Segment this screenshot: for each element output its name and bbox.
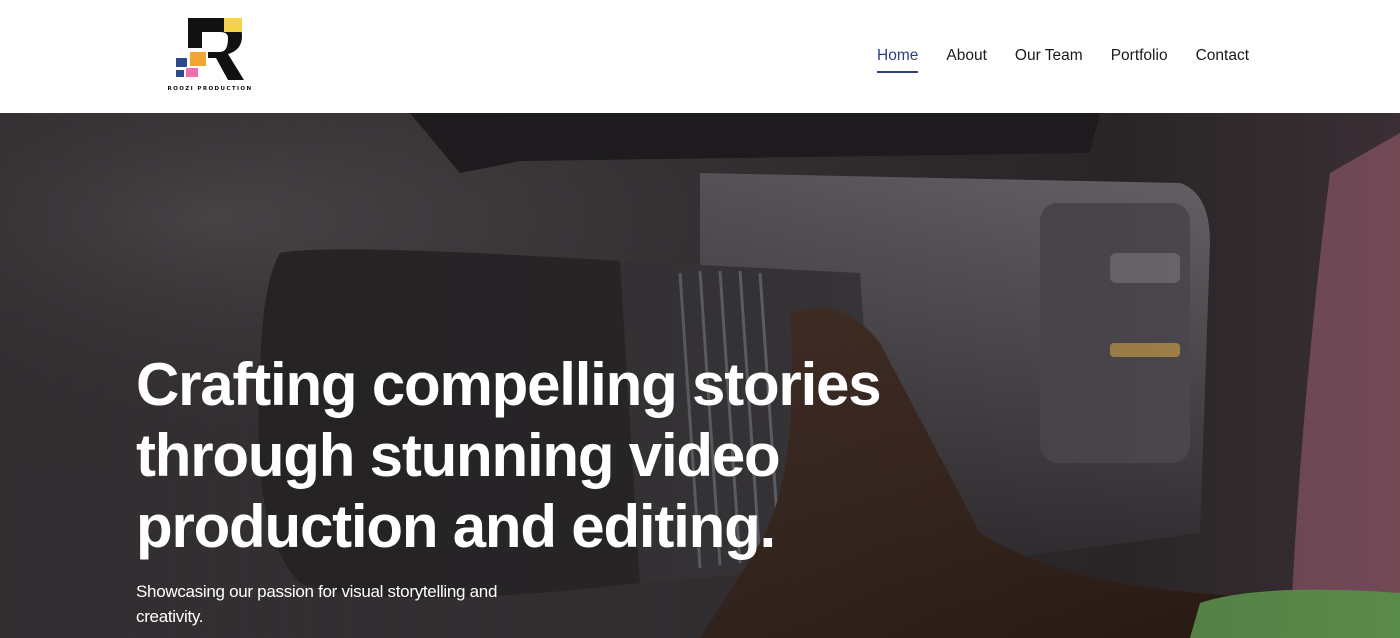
main-nav: Home About Our Team Portfolio Contact <box>877 45 1249 73</box>
hero-title: Crafting compelling stories through stun… <box>136 349 896 562</box>
hero-title-line: Crafting compelling stories <box>136 351 882 418</box>
hero-section: Crafting compelling stories through stun… <box>0 113 1400 638</box>
brand-name: ROOZI PRODUCTION <box>167 86 253 92</box>
hero-subtitle: Showcasing our passion for visual storyt… <box>136 579 536 629</box>
hero-subtitle-line: Showcasing our passion for visual storyt… <box>136 582 498 601</box>
brand-logo[interactable]: ROOZI PRODUCTION <box>162 14 258 96</box>
site-header: ROOZI PRODUCTION Home About Our Team Por… <box>0 0 1400 113</box>
nav-contact[interactable]: Contact <box>1196 45 1249 73</box>
hero-subtitle-line: creativity. <box>136 607 204 626</box>
nav-about[interactable]: About <box>946 45 987 73</box>
nav-home[interactable]: Home <box>877 45 919 73</box>
hero-title-line: through stunning video <box>136 422 781 489</box>
logo-icon <box>176 18 244 80</box>
hero-title-line: production and editing. <box>136 493 776 560</box>
nav-our-team[interactable]: Our Team <box>1015 45 1083 73</box>
nav-portfolio[interactable]: Portfolio <box>1111 45 1168 73</box>
